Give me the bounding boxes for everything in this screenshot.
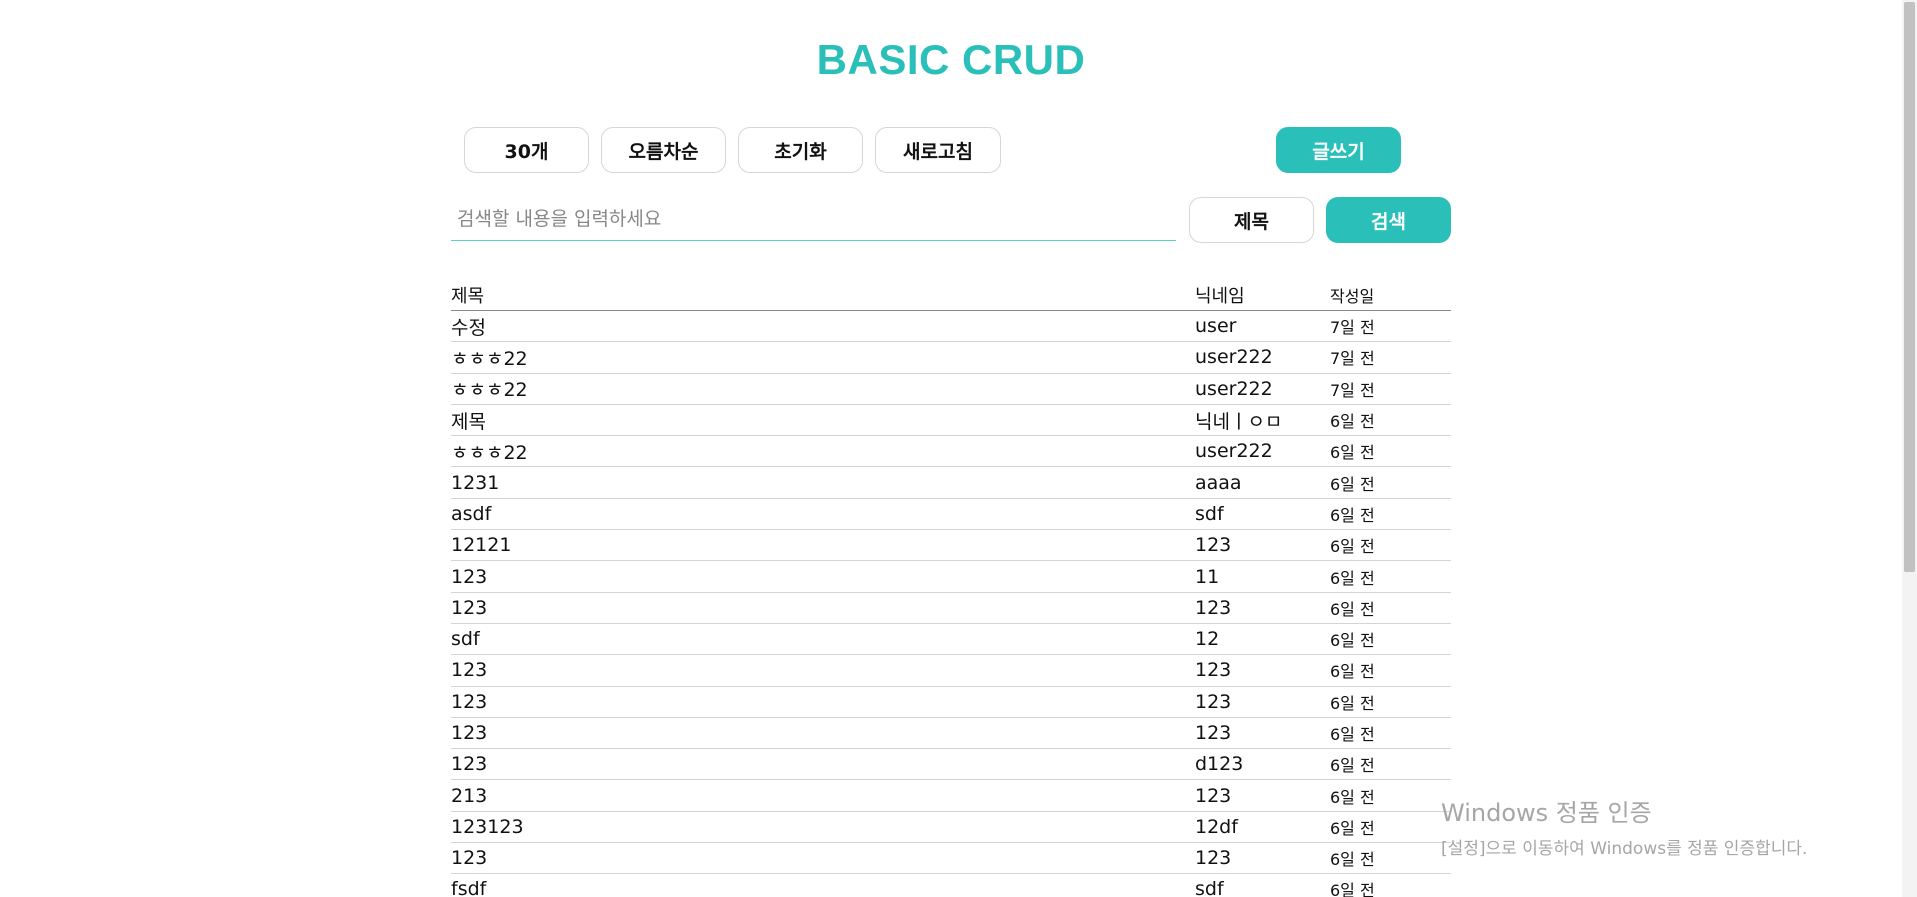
- post-date-cell: 6일 전: [1330, 850, 1375, 870]
- table-row[interactable]: 123 123 6일 전: [451, 843, 1451, 875]
- search-button[interactable]: 검색: [1326, 197, 1451, 243]
- table-row[interactable]: 123 123 6일 전: [451, 718, 1451, 750]
- post-nickname-cell: user222: [1195, 440, 1273, 463]
- post-nickname-cell: 123: [1195, 596, 1232, 619]
- post-nickname-cell: 123: [1195, 722, 1232, 744]
- table-row[interactable]: 1231 aaaa 6일 전: [451, 467, 1451, 499]
- post-date-cell: 7일 전: [1330, 380, 1375, 400]
- post-nickname-cell: 123: [1195, 659, 1232, 682]
- post-nickname-cell: 123: [1195, 690, 1232, 713]
- column-header-date: 작성일: [1330, 287, 1375, 306]
- table-row[interactable]: ㅎㅎㅎ22 user222 7일 전: [451, 342, 1451, 374]
- page-size-button[interactable]: 30개: [464, 127, 589, 173]
- post-title-cell[interactable]: ㅎㅎㅎ22: [451, 438, 1195, 465]
- post-date-cell: 6일 전: [1330, 443, 1375, 463]
- table-row[interactable]: 수정 user 7일 전: [451, 311, 1451, 343]
- refresh-button[interactable]: 새로고침: [875, 127, 1001, 173]
- post-title-cell[interactable]: 12121: [451, 534, 1195, 556]
- column-header-title: 제목: [451, 286, 485, 307]
- post-title-cell[interactable]: asdf: [451, 503, 1195, 525]
- table-row[interactable]: 213 123 6일 전: [451, 780, 1451, 812]
- search-field-select[interactable]: 제목: [1189, 197, 1314, 243]
- post-date-cell: 6일 전: [1330, 412, 1375, 432]
- sort-order-button[interactable]: 오름차순: [601, 127, 726, 173]
- post-date-cell: 6일 전: [1330, 474, 1375, 494]
- post-date-cell: 6일 전: [1330, 693, 1375, 713]
- post-nickname-cell: 12: [1195, 628, 1220, 651]
- posts-table: 제목 닉네임 작성일 수정 user 7일 전 ㅎㅎㅎ22 user222 7일 전 ㅎㅎㅎ…: [451, 280, 1451, 897]
- page: BASIC CRUD 30개 오름차순 초기화 새로고침 글쓰기 제목 검색 제…: [0, 0, 1917, 897]
- post-date-cell: 6일 전: [1330, 756, 1375, 776]
- table-row[interactable]: 123 123 6일 전: [451, 593, 1451, 624]
- page-title: BASIC CRUD: [816, 36, 1086, 83]
- post-title-cell[interactable]: 123: [451, 566, 1195, 588]
- table-row[interactable]: ㅎㅎㅎ22 user222 6일 전: [451, 436, 1451, 468]
- post-title-cell[interactable]: 213: [451, 785, 1195, 807]
- table-row[interactable]: 123 123 6일 전: [451, 687, 1451, 718]
- table-row[interactable]: asdf sdf 6일 전: [451, 499, 1451, 531]
- post-nickname-cell: 123: [1195, 534, 1232, 557]
- post-nickname-cell: user: [1195, 315, 1237, 338]
- post-date-cell: 6일 전: [1330, 505, 1375, 525]
- post-title-cell[interactable]: 제목: [451, 407, 1195, 434]
- post-nickname-cell: 닉네ㅣㅇㅁ: [1195, 410, 1283, 433]
- post-date-cell: 6일 전: [1330, 537, 1375, 557]
- post-date-cell: 7일 전: [1330, 318, 1375, 338]
- vertical-scrollbar[interactable]: [1902, 0, 1917, 897]
- post-title-cell[interactable]: 123: [451, 659, 1195, 681]
- table-row[interactable]: 제목 닉네ㅣㅇㅁ 6일 전: [451, 405, 1451, 437]
- table-row[interactable]: 123 11 6일 전: [451, 561, 1451, 593]
- post-title-cell[interactable]: 123: [451, 847, 1195, 869]
- post-nickname-cell: user222: [1195, 346, 1273, 369]
- post-title-cell[interactable]: 수정: [451, 313, 1195, 340]
- post-nickname-cell: aaaa: [1195, 471, 1242, 494]
- post-nickname-cell: user222: [1195, 377, 1273, 400]
- watermark-title: Windows 정품 인증: [1441, 799, 1652, 827]
- post-date-cell: 6일 전: [1330, 818, 1375, 838]
- post-title-cell[interactable]: 123: [451, 753, 1195, 775]
- post-date-cell: 6일 전: [1330, 881, 1375, 897]
- post-nickname-cell: 123: [1195, 847, 1232, 870]
- write-button[interactable]: 글쓰기: [1276, 127, 1401, 173]
- post-date-cell: 6일 전: [1330, 568, 1375, 588]
- search-input[interactable]: [451, 197, 1176, 241]
- scrollbar-thumb[interactable]: [1904, 2, 1915, 572]
- table-row[interactable]: sdf 12 6일 전: [451, 624, 1451, 656]
- post-nickname-cell: 12df: [1195, 815, 1238, 838]
- post-nickname-cell: 11: [1195, 565, 1220, 588]
- table-body: 수정 user 7일 전 ㅎㅎㅎ22 user222 7일 전 ㅎㅎㅎ22 user222 7일…: [451, 311, 1451, 897]
- post-nickname-cell: d123: [1195, 753, 1244, 776]
- post-date-cell: 6일 전: [1330, 599, 1375, 619]
- post-date-cell: 6일 전: [1330, 787, 1375, 807]
- post-date-cell: 6일 전: [1330, 662, 1375, 682]
- post-nickname-cell: 123: [1195, 784, 1232, 807]
- post-nickname-cell: sdf: [1195, 502, 1224, 525]
- post-title-cell[interactable]: ㅎㅎㅎ22: [451, 375, 1195, 402]
- post-title-cell[interactable]: sdf: [451, 628, 1195, 650]
- post-date-cell: 7일 전: [1330, 349, 1375, 369]
- post-date-cell: 6일 전: [1330, 725, 1375, 744]
- post-date-cell: 6일 전: [1330, 631, 1375, 651]
- table-row[interactable]: 12121 123 6일 전: [451, 530, 1451, 562]
- post-title-cell[interactable]: 123: [451, 691, 1195, 713]
- post-nickname-cell: sdf: [1195, 878, 1224, 897]
- table-row[interactable]: 123 123 6일 전: [451, 655, 1451, 687]
- post-title-cell[interactable]: 123: [451, 597, 1195, 619]
- table-row[interactable]: 123 d123 6일 전: [451, 749, 1451, 781]
- post-title-cell[interactable]: fsdf: [451, 878, 1195, 897]
- reset-button[interactable]: 초기화: [738, 127, 863, 173]
- table-row[interactable]: fsdf sdf 6일 전: [451, 874, 1451, 897]
- post-title-cell[interactable]: 123: [451, 722, 1195, 744]
- table-row[interactable]: 123123 12df 6일 전: [451, 812, 1451, 844]
- table-header: 제목 닉네임 작성일: [451, 280, 1451, 311]
- column-header-nickname: 닉네임: [1195, 286, 1245, 307]
- post-title-cell[interactable]: ㅎㅎㅎ22: [451, 344, 1195, 371]
- watermark-subtitle: [설정]으로 이동하여 Windows를 정품 인증합니다.: [1441, 839, 1808, 859]
- table-row[interactable]: ㅎㅎㅎ22 user222 7일 전: [451, 374, 1451, 405]
- windows-activation-watermark: Windows 정품 인증 [설정]으로 이동하여 Windows를 정품 인증…: [1441, 793, 1807, 859]
- post-title-cell[interactable]: 123123: [451, 816, 1195, 838]
- post-title-cell[interactable]: 1231: [451, 472, 1195, 494]
